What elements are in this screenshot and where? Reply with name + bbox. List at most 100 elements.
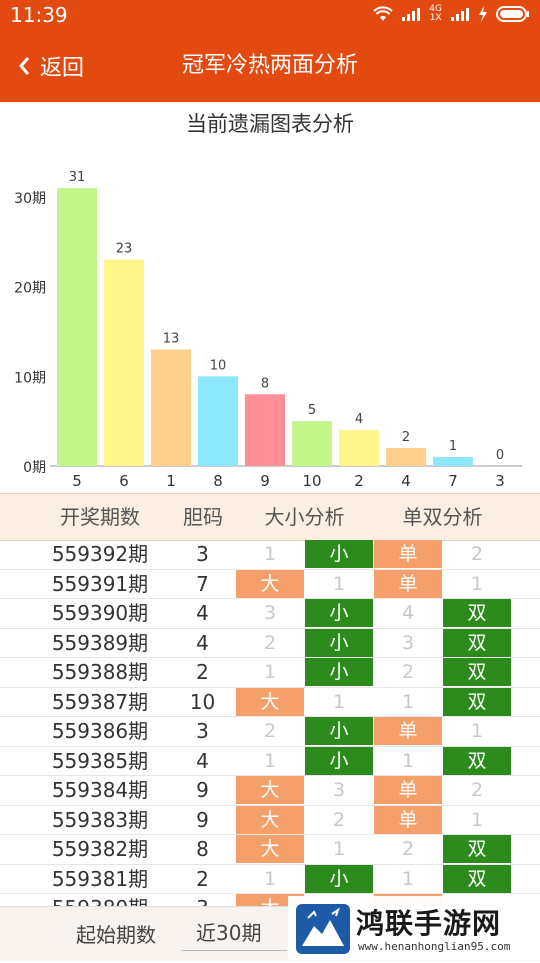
bar [245, 394, 285, 466]
odd-cell: 单 [374, 569, 442, 598]
dan-cell: 9 [196, 778, 209, 802]
even-cell: 1 [470, 808, 484, 831]
even-cell: 1 [470, 720, 484, 742]
title-bar: 冠军冷热两面分析 返回 [0, 30, 540, 102]
bar-value-label: 13 [163, 331, 180, 346]
signal-icon-2 [451, 8, 469, 21]
odd-cell: 1 [401, 690, 415, 713]
table-row: 559392期 3 1 小单 2 [0, 540, 540, 570]
dan-cell: 7 [196, 571, 209, 596]
odd-cell: 3 [401, 631, 415, 654]
even-cell: 双 [443, 687, 511, 716]
big-cell: 大 [236, 569, 304, 598]
odd-cell: 单 [374, 805, 442, 834]
bar-value-label: 10 [210, 358, 227, 373]
dan-cell: 10 [189, 689, 216, 714]
even-cell: 2 [470, 779, 484, 801]
header-issue: 开奖期数 [60, 505, 140, 529]
issue-cell: 559381期 [51, 866, 149, 891]
table-row: 559384期 9 大 3 单 2 [0, 776, 540, 806]
even-cell: 双 [443, 599, 511, 627]
table-row: 559381期 2 1 小 1 双 [0, 864, 540, 894]
x-tick-label: 5 [72, 472, 82, 490]
dan-cell: 3 [196, 719, 209, 743]
bar-value-label: 0 [496, 448, 504, 463]
small-cell: 1 [332, 838, 346, 860]
table-row: 559388期 2 1 小 2 双 [0, 658, 540, 688]
bar-value-label: 23 [116, 242, 133, 257]
small-cell: 小 [305, 864, 373, 893]
deer-logo-icon [296, 904, 350, 954]
bar [57, 188, 97, 466]
issue-cell: 559387期 [51, 689, 149, 714]
back-button[interactable]: 返回 [18, 30, 84, 102]
small-cell: 小 [305, 746, 373, 775]
dan-cell: 2 [196, 660, 209, 684]
bar-value-label: 1 [449, 439, 457, 454]
odd-cell: 2 [401, 661, 415, 683]
small-cell: 1 [332, 572, 346, 595]
big-cell: 大 [236, 805, 304, 834]
dan-cell: 8 [196, 837, 209, 861]
x-tick-label: 7 [448, 472, 458, 490]
big-cell: 1 [263, 867, 277, 890]
odd-cell: 单 [374, 776, 442, 804]
dan-cell: 9 [196, 807, 209, 832]
odd-cell: 单 [374, 717, 442, 745]
even-cell: 双 [443, 628, 511, 657]
results-table[interactable]: 559392期 3 1 小单 2 559391期 7 大 1 单 1 559390期 4 3 小 4 双 5593… [0, 540, 540, 907]
watermark-name: 鸿联手游网 [356, 907, 502, 940]
even-cell: 双 [443, 746, 511, 775]
watermark: 鸿联手游网 www.henanhonglian95.com [288, 896, 540, 960]
bar-value-label: 5 [308, 403, 316, 418]
table-header: 开奖期数 胆码 大小分析 单双分析 [0, 493, 540, 541]
table-row: 559387期 10 大 1 1 双 [0, 687, 540, 717]
bar-value-label: 4 [355, 412, 363, 427]
bar-value-label: 8 [261, 376, 269, 391]
bar-value-label: 31 [69, 170, 86, 185]
small-cell: 3 [332, 779, 346, 801]
signal-icon [402, 8, 421, 21]
x-tick-label: 1 [166, 472, 176, 490]
y-tick-label: 20期 [14, 281, 46, 297]
x-tick-label: 6 [119, 472, 129, 490]
big-cell: 2 [263, 720, 277, 742]
network-type: 4G 1X [429, 4, 442, 23]
odd-cell: 4 [401, 602, 415, 624]
table-row: 559385期 4 1 小 1 双 [0, 746, 540, 776]
start-period-label: 起始期数 [76, 923, 156, 947]
table-row: 559383期 9 大 2 单 1 [0, 805, 540, 835]
x-tick-label: 3 [495, 472, 505, 490]
bar-value-label: 2 [402, 430, 410, 445]
bar [151, 349, 191, 466]
x-tick-label: 8 [213, 472, 223, 490]
table-row: 559390期 4 3 小 4 双 [0, 599, 540, 629]
start-period-select[interactable]: 近30期 [182, 915, 287, 951]
x-tick-label: 4 [401, 472, 411, 490]
header-parity: 单双分析 [402, 505, 483, 529]
bar [104, 259, 144, 466]
y-tick-label: 10期 [14, 370, 46, 386]
small-cell: 小 [305, 717, 373, 745]
issue-cell: 559389期 [51, 630, 149, 655]
big-cell: 1 [263, 661, 277, 683]
battery-icon [496, 6, 529, 22]
x-tick-label: 9 [260, 472, 270, 490]
charging-icon [479, 6, 487, 22]
odd-cell: 2 [401, 838, 415, 860]
small-cell: 2 [332, 808, 346, 831]
dan-cell: 2 [196, 866, 209, 891]
x-tick-label: 10 [302, 472, 321, 490]
back-label: 返回 [40, 56, 85, 81]
issue-cell: 559385期 [51, 748, 149, 773]
small-cell: 小 [305, 628, 373, 657]
omission-bar-chart: 0期 10期 20期 30期 31 5 23 6 13 1 10 8 8 9 5 10 4 2 2 4 1 7 0 3 [14, 170, 522, 490]
y-tick-label: 0期 [23, 460, 46, 476]
dan-cell: 4 [196, 630, 209, 655]
y-tick-label: 30期 [14, 191, 46, 207]
chevron-left-icon [19, 57, 30, 75]
big-cell: 1 [263, 543, 277, 565]
odd-cell: 1 [401, 867, 415, 890]
small-cell: 小 [305, 599, 373, 627]
small-cell: 小 [305, 658, 373, 686]
